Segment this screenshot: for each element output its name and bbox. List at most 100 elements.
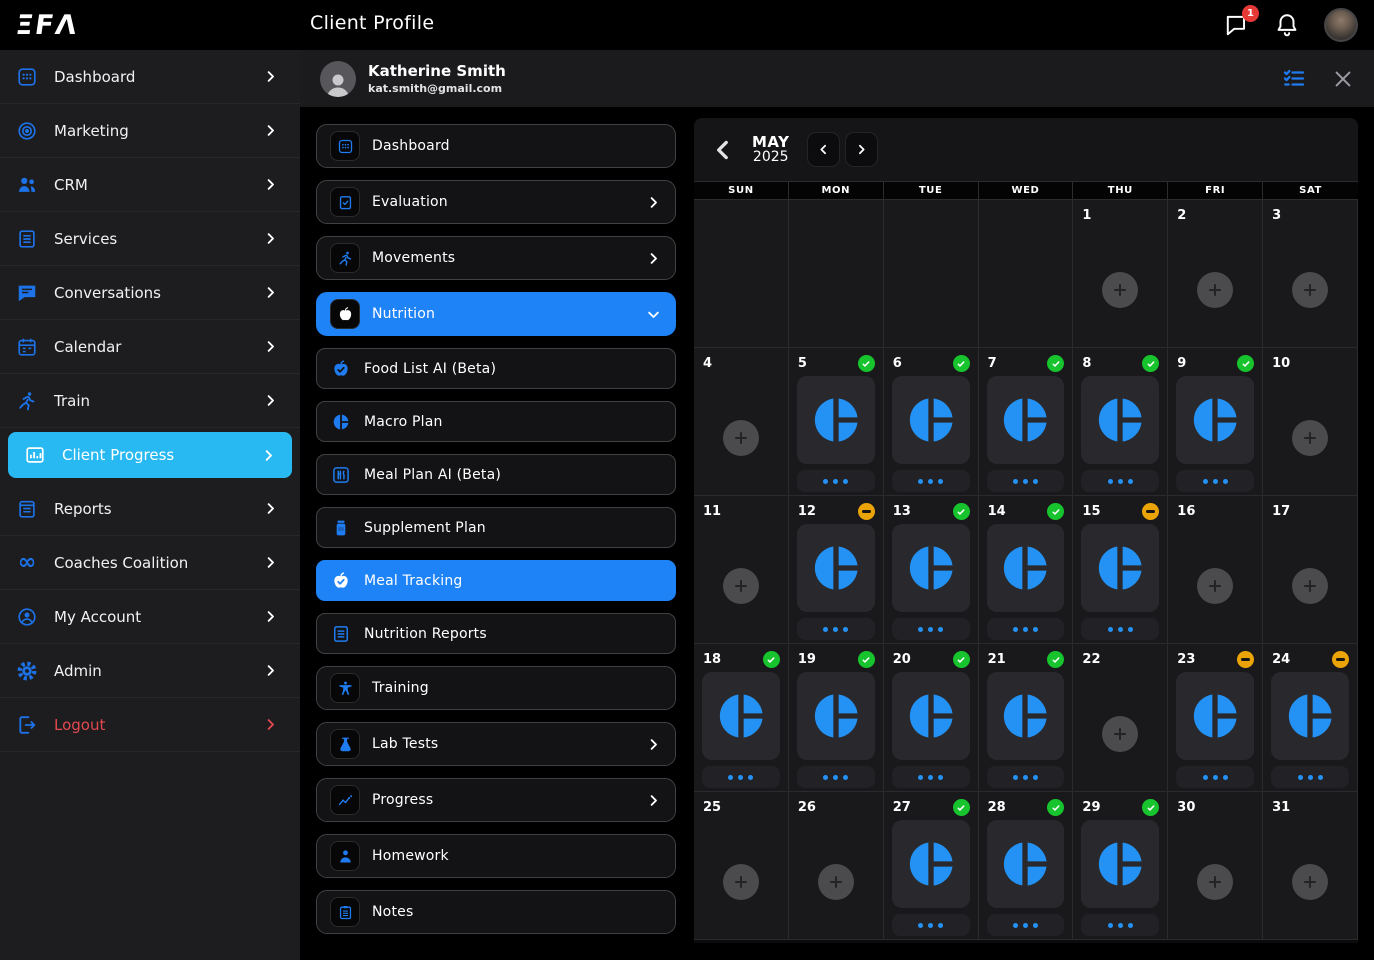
meal-summary-card[interactable] (892, 524, 970, 612)
meal-summary-card[interactable] (702, 672, 780, 760)
sidebar-item-crm[interactable]: CRM (0, 158, 300, 212)
checklist-icon[interactable] (1282, 67, 1306, 91)
more-options-button[interactable] (987, 914, 1065, 936)
meal-summary-card[interactable] (1271, 672, 1349, 760)
subnav-item-dashboard[interactable]: Dashboard (316, 124, 676, 168)
more-options-button[interactable] (1176, 470, 1254, 492)
subnav-item-meal-plan-ai[interactable]: Meal Plan AI (Beta) (316, 454, 676, 495)
more-options-button[interactable] (797, 618, 875, 640)
sidebar-item-coaches-coalition[interactable]: ∞Coaches Coalition (0, 536, 300, 590)
more-options-button[interactable] (892, 470, 970, 492)
add-meal-button[interactable] (818, 864, 854, 900)
subnav-item-movements[interactable]: Movements (316, 236, 676, 280)
add-meal-button[interactable] (1292, 420, 1328, 456)
meal-summary-card[interactable] (987, 820, 1065, 908)
add-meal-button[interactable] (723, 568, 759, 604)
notifications-bell-icon[interactable] (1274, 12, 1300, 38)
sidebar-item-my-account[interactable]: My Account (0, 590, 300, 644)
meal-summary-card[interactable] (1081, 524, 1159, 612)
chevron-right-icon (263, 69, 278, 84)
client-header: Katherine Smith kat.smith@gmail.com (300, 50, 1374, 107)
add-meal-button[interactable] (1102, 272, 1138, 308)
more-options-button[interactable] (797, 470, 875, 492)
pie-chart-icon (712, 687, 770, 745)
sidebar-item-train[interactable]: Train (0, 374, 300, 428)
subnav-item-notes[interactable]: Notes (316, 890, 676, 934)
more-options-button[interactable] (987, 470, 1065, 492)
subnav-item-evaluation[interactable]: Evaluation (316, 180, 676, 224)
meal-summary-card[interactable] (1081, 376, 1159, 464)
sidebar-item-marketing[interactable]: Marketing (0, 104, 300, 158)
add-meal-button[interactable] (1197, 864, 1233, 900)
sidebar-item-logout[interactable]: Logout (0, 698, 300, 752)
more-options-button[interactable] (797, 766, 875, 788)
subnav-item-supplement-plan[interactable]: Supplement Plan (316, 507, 676, 548)
close-icon[interactable] (1332, 68, 1354, 90)
meal-summary-card[interactable] (1176, 376, 1254, 464)
subnav-item-nutrition-reports[interactable]: Nutrition Reports (316, 613, 676, 654)
day-number: 10 (1272, 356, 1290, 371)
chevron-right-icon (263, 339, 278, 354)
more-options-button[interactable] (892, 766, 970, 788)
subnav-item-label: Lab Tests (372, 736, 646, 752)
subnav-item-training[interactable]: Training (316, 666, 676, 710)
add-meal-button[interactable] (1292, 864, 1328, 900)
more-options-button[interactable] (702, 766, 780, 788)
meal-summary-card[interactable] (987, 376, 1065, 464)
subnav-item-nutrition[interactable]: Nutrition (316, 292, 676, 336)
infinity-icon: ∞ (16, 552, 38, 574)
more-options-button[interactable] (1081, 470, 1159, 492)
calendar-back-icon[interactable] (710, 137, 736, 163)
more-options-button[interactable] (1081, 618, 1159, 640)
user-avatar[interactable] (1324, 8, 1358, 42)
messages-icon[interactable]: 1 (1224, 12, 1250, 38)
subnav-item-lab-tests[interactable]: Lab Tests (316, 722, 676, 766)
meal-summary-card[interactable] (797, 376, 875, 464)
more-options-button[interactable] (987, 766, 1065, 788)
meal-summary-card[interactable] (987, 672, 1065, 760)
more-options-button[interactable] (1271, 766, 1349, 788)
day-header-mon: MON (789, 182, 884, 199)
meal-summary-card[interactable] (987, 524, 1065, 612)
add-meal-button[interactable] (1197, 568, 1233, 604)
sidebar-item-client-progress[interactable]: Client Progress (8, 432, 292, 478)
meal-summary-card[interactable] (892, 820, 970, 908)
add-meal-button[interactable] (1292, 272, 1328, 308)
sidebar-item-services[interactable]: Services (0, 212, 300, 266)
next-month-button[interactable] (845, 132, 878, 167)
more-options-button[interactable] (987, 618, 1065, 640)
add-meal-button[interactable] (1197, 272, 1233, 308)
meal-summary-card[interactable] (1081, 820, 1159, 908)
sidebar-item-calendar[interactable]: Calendar (0, 320, 300, 374)
subnav-item-label: Nutrition Reports (364, 626, 661, 642)
more-options-button[interactable] (892, 618, 970, 640)
chevron-down-icon (646, 307, 661, 322)
more-options-button[interactable] (1081, 914, 1159, 936)
subnav-item-homework[interactable]: Homework (316, 834, 676, 878)
add-meal-button[interactable] (723, 420, 759, 456)
more-options-button[interactable] (1176, 766, 1254, 788)
prev-month-button[interactable] (807, 132, 840, 167)
sidebar-item-dashboard[interactable]: Dashboard (0, 50, 300, 104)
subnav-item-label: Progress (372, 792, 646, 808)
more-options-button[interactable] (892, 914, 970, 936)
add-meal-button[interactable] (723, 864, 759, 900)
sidebar-item-reports[interactable]: Reports (0, 482, 300, 536)
add-meal-button[interactable] (1292, 568, 1328, 604)
meal-summary-card[interactable] (1176, 672, 1254, 760)
meal-summary-card[interactable] (797, 672, 875, 760)
meal-summary-card[interactable] (892, 672, 970, 760)
sidebar-item-label: My Account (54, 608, 263, 626)
meal-summary-card[interactable] (797, 524, 875, 612)
subnav-item-progress[interactable]: Progress (316, 778, 676, 822)
sidebar-item-admin[interactable]: Admin (0, 644, 300, 698)
calendar-day-cell: 13 (884, 496, 979, 644)
calendar-day-cell: 1 (1073, 200, 1168, 348)
subnav-item-food-list-ai[interactable]: Food List AI (Beta) (316, 348, 676, 389)
subnav-item-meal-tracking[interactable]: Meal Tracking (316, 560, 676, 601)
sidebar-item-conversations[interactable]: Conversations (0, 266, 300, 320)
meal-summary-card[interactable] (892, 376, 970, 464)
add-meal-button[interactable] (1102, 716, 1138, 752)
calendar-month: MAY (752, 134, 789, 151)
subnav-item-macro-plan[interactable]: Macro Plan (316, 401, 676, 442)
